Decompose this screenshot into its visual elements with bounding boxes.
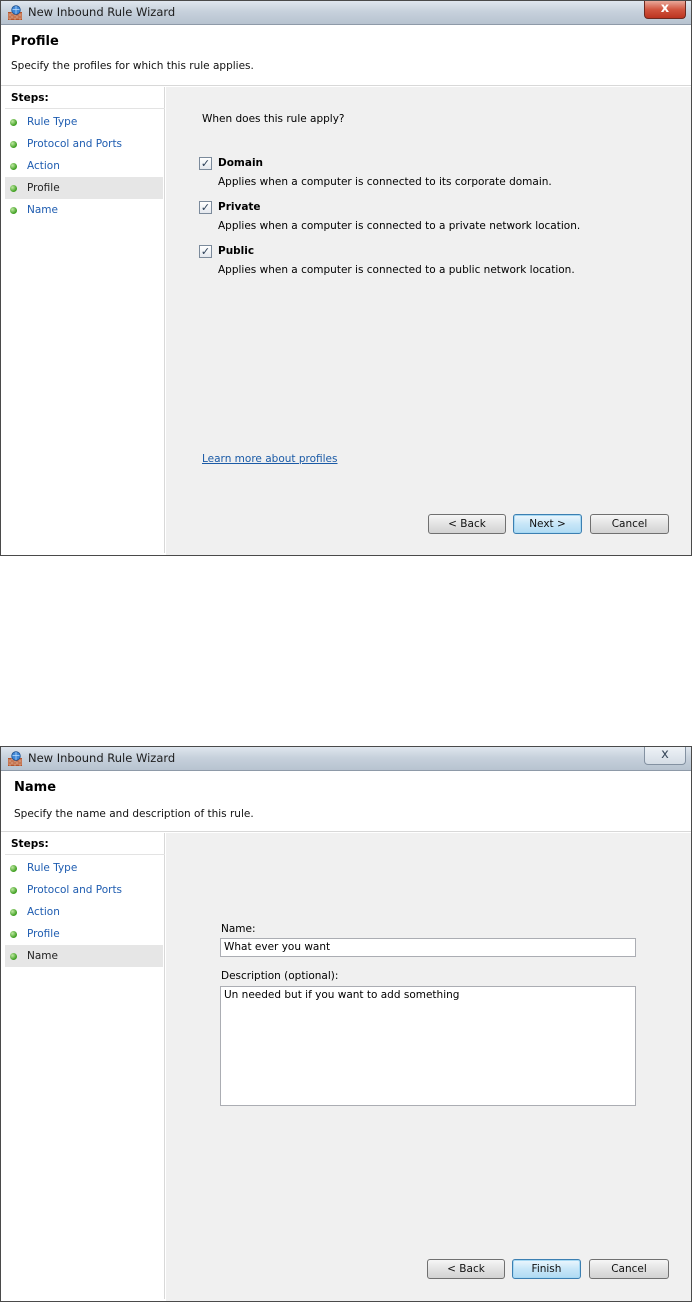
step-complete-icon: [10, 931, 17, 938]
step-complete-icon: [10, 163, 17, 170]
domain-label[interactable]: Domain: [218, 157, 263, 169]
step-complete-icon: [10, 141, 17, 148]
private-checkbox[interactable]: ✓: [199, 201, 212, 214]
domain-checkbox[interactable]: ✓: [199, 157, 212, 170]
steps-title: Steps:: [11, 92, 49, 104]
step-label: Rule Type: [27, 862, 78, 874]
steps-divider: [5, 108, 165, 109]
steps-divider: [5, 854, 165, 855]
window-title: New Inbound Rule Wizard: [28, 5, 176, 19]
public-label[interactable]: Public: [218, 245, 254, 257]
cancel-button[interactable]: Cancel: [590, 514, 669, 534]
page-subtitle: Specify the profiles for which this rule…: [11, 60, 254, 72]
finish-button[interactable]: Finish: [512, 1259, 581, 1279]
window-title: New Inbound Rule Wizard: [28, 751, 176, 765]
name-wizard-window: New Inbound Rule Wizard x Name Specify t…: [0, 746, 692, 1302]
firewall-icon: [8, 5, 22, 20]
description-label: Description (optional):: [221, 970, 339, 982]
step-complete-icon: [10, 887, 17, 894]
content-panel: When does this rule apply? ✓ Domain Appl…: [166, 87, 691, 555]
wizard-header: Name Specify the name and description of…: [1, 771, 691, 832]
step-name[interactable]: Name: [5, 199, 163, 221]
step-rule-type[interactable]: Rule Type: [5, 857, 163, 879]
step-label: Name: [27, 950, 58, 962]
step-label: Profile: [27, 928, 60, 940]
learn-more-link[interactable]: Learn more about profiles: [202, 453, 338, 465]
wizard-header: Profile Specify the profiles for which t…: [1, 25, 691, 86]
step-complete-icon: [10, 185, 17, 192]
step-complete-icon: [10, 207, 17, 214]
step-action[interactable]: Action: [5, 901, 163, 923]
step-label: Name: [27, 204, 58, 216]
private-label[interactable]: Private: [218, 201, 261, 213]
step-action[interactable]: Action: [5, 155, 163, 177]
step-label: Action: [27, 906, 60, 918]
step-protocol-and-ports[interactable]: Protocol and Ports: [5, 879, 163, 901]
step-label: Protocol and Ports: [27, 138, 123, 150]
name-input[interactable]: What ever you want: [220, 938, 636, 957]
step-profile[interactable]: Profile: [5, 177, 163, 199]
page-title: Name: [14, 780, 57, 795]
step-complete-icon: [10, 909, 17, 916]
back-button[interactable]: < Back: [428, 514, 506, 534]
page-subtitle: Specify the name and description of this…: [14, 808, 254, 820]
step-rule-type[interactable]: Rule Type: [5, 111, 163, 133]
step-protocol-and-ports[interactable]: Protocol and Ports: [5, 133, 163, 155]
step-complete-icon: [10, 953, 17, 960]
content-panel: Name: What ever you want Description (op…: [166, 833, 691, 1301]
title-bar[interactable]: New Inbound Rule Wizard x: [1, 747, 691, 771]
step-label: Profile: [27, 182, 60, 194]
step-label: Action: [27, 160, 60, 172]
step-name[interactable]: Name: [5, 945, 163, 967]
title-bar[interactable]: New Inbound Rule Wizard x: [1, 1, 691, 25]
close-icon: x: [660, 1, 670, 16]
firewall-icon: [8, 751, 22, 766]
cancel-button[interactable]: Cancel: [589, 1259, 669, 1279]
back-button[interactable]: < Back: [427, 1259, 505, 1279]
close-icon: x: [661, 747, 669, 762]
domain-description: Applies when a computer is connected to …: [218, 176, 552, 188]
question-label: When does this rule apply?: [202, 113, 345, 125]
public-description: Applies when a computer is connected to …: [218, 264, 575, 276]
close-button[interactable]: x: [644, 747, 686, 765]
profile-wizard-window: New Inbound Rule Wizard x Profile Specif…: [0, 0, 692, 556]
step-complete-icon: [10, 865, 17, 872]
step-profile[interactable]: Profile: [5, 923, 163, 945]
step-complete-icon: [10, 119, 17, 126]
steps-panel: Steps: Rule Type Protocol and Ports Acti…: [5, 833, 165, 1299]
page-title: Profile: [11, 34, 59, 49]
steps-title: Steps:: [11, 838, 49, 850]
name-label: Name:: [221, 923, 256, 935]
description-textarea[interactable]: Un needed but if you want to add somethi…: [220, 986, 636, 1106]
steps-panel: Steps: Rule Type Protocol and Ports Acti…: [5, 87, 165, 553]
step-label: Protocol and Ports: [27, 884, 123, 896]
close-button[interactable]: x: [644, 1, 686, 19]
step-label: Rule Type: [27, 116, 78, 128]
private-description: Applies when a computer is connected to …: [218, 220, 581, 232]
public-checkbox[interactable]: ✓: [199, 245, 212, 258]
next-button[interactable]: Next >: [513, 514, 582, 534]
